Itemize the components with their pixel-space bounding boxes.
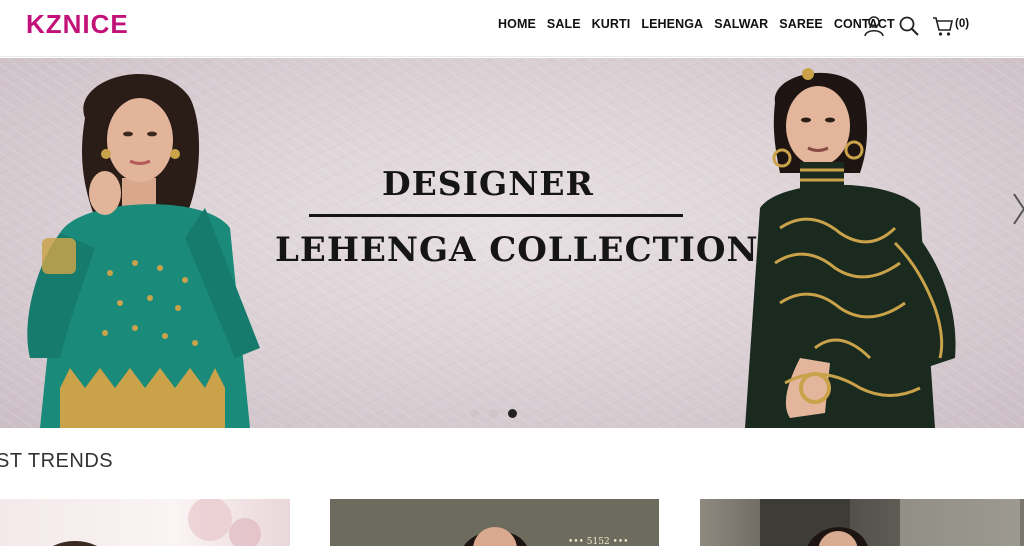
- section-title: ST TRENDS: [0, 450, 114, 472]
- slider-dot-3[interactable]: [508, 409, 517, 418]
- main-nav: HOME SALE KURTI LEHENGA SALWAR SAREE CON…: [498, 17, 906, 31]
- product-card[interactable]: [700, 499, 1024, 546]
- hero-divider: [309, 214, 683, 217]
- nav-sale[interactable]: SALE: [547, 17, 581, 31]
- hero-title-line1: DESIGNER: [382, 164, 594, 203]
- product-image: [53, 499, 261, 546]
- nav-kurti[interactable]: KURTI: [592, 17, 631, 31]
- slider-dots: [470, 409, 517, 418]
- nav-home[interactable]: HOME: [498, 17, 536, 31]
- left-model-image: [27, 74, 260, 428]
- nav-saree[interactable]: SAREE: [779, 17, 823, 31]
- site-header: KZNICE HOME SALE KURTI LEHENGA SALWAR SA…: [0, 0, 1024, 57]
- product-card[interactable]: [0, 499, 290, 546]
- right-model-image: [745, 68, 956, 428]
- product-card-caption: ••• 5152 •••: [568, 537, 629, 546]
- hero-title-line2: LEHENGA COLLECTION: [275, 230, 759, 270]
- nav-lehenga[interactable]: LEHENGA: [641, 17, 703, 31]
- cart-icon[interactable]: [932, 15, 954, 37]
- search-icon[interactable]: [898, 15, 920, 37]
- product-card[interactable]: ••• 5152 •••: [330, 499, 659, 546]
- hero-banner[interactable]: DESIGNER LEHENGA COLLECTION: [0, 58, 1024, 428]
- chevron-right-icon[interactable]: [1012, 192, 1024, 226]
- cart-count[interactable]: (0): [955, 18, 969, 30]
- slider-dot-2[interactable]: [489, 409, 498, 418]
- brand-logo[interactable]: KZNICE: [26, 9, 129, 40]
- nav-salwar[interactable]: SALWAR: [714, 17, 768, 31]
- product-image: [760, 499, 1020, 546]
- user-icon[interactable]: [863, 15, 885, 37]
- slider-dot-1[interactable]: [470, 409, 479, 418]
